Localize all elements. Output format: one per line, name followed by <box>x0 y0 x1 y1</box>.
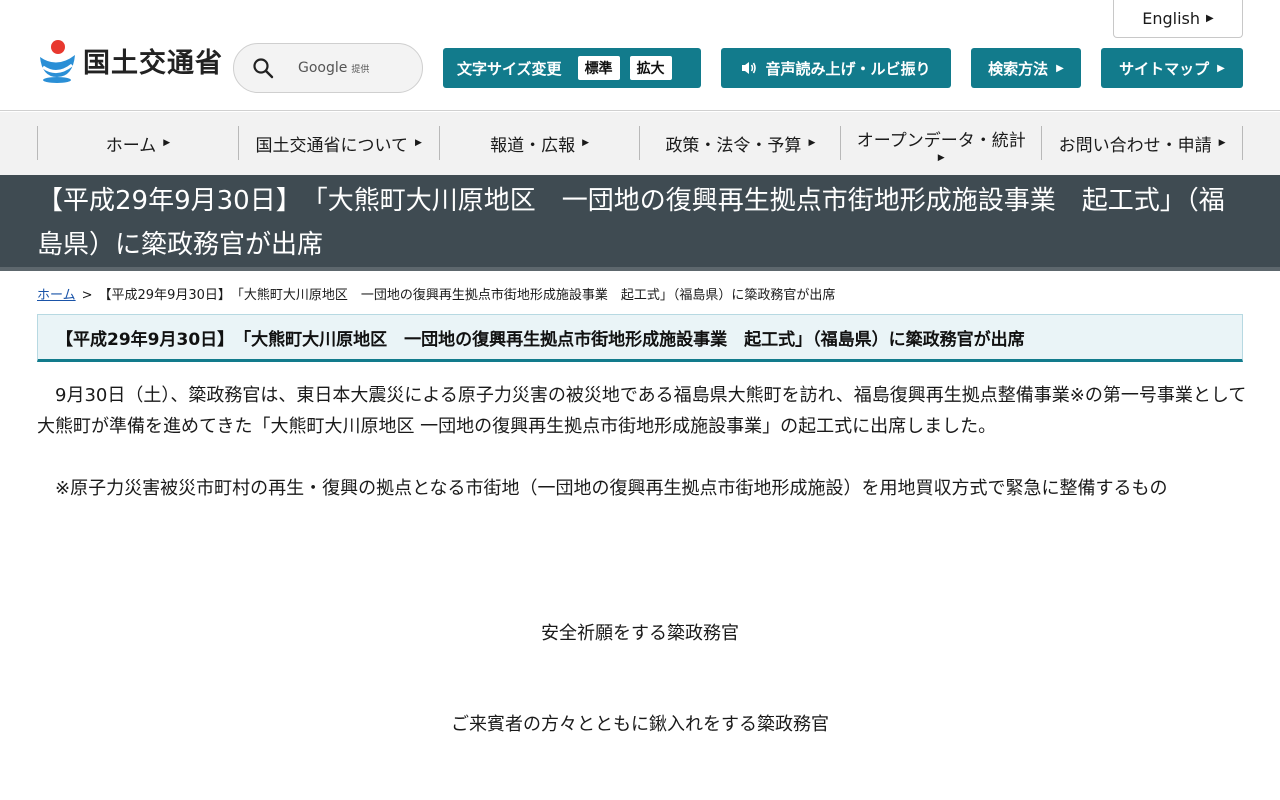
site-header: English ▶ 国土交通省 Google提供 文字サイズ変更 標準 拡大 <box>0 0 1280 111</box>
triangle-right-icon: ▶ <box>415 138 422 148</box>
section-heading-text: 【平成29年9月30日】 「大熊町大川原地区 一団地の復興再生拠点市街地形成施設… <box>56 329 1025 350</box>
triangle-right-icon: ▶ <box>582 138 590 148</box>
triangle-right-icon: ▶ <box>163 138 171 148</box>
search-method-label: 検索方法 <box>988 59 1049 78</box>
article-note: ※原子力災害被災市町村の再生・復興の拠点となる市街地（一団地の復興再生拠点市街地… <box>55 478 1168 499</box>
search-input[interactable]: Google 提供 <box>233 43 423 93</box>
search-icon <box>253 58 274 79</box>
nav-item-press[interactable]: 報道・広報 ▶ <box>438 126 640 160</box>
logo-text: 国土交通省 <box>83 47 223 79</box>
triangle-right-icon: ▶ <box>937 153 945 163</box>
breadcrumb-home-link[interactable]: ホーム <box>37 288 76 303</box>
nav-item-policy[interactable]: 政策・法令・予算 ▶ <box>639 126 840 160</box>
article-paragraph: 9月30日（土）、簗政務官は、東日本大震災による原子力災害の被災地である福島県大… <box>37 385 1247 437</box>
triangle-right-icon: ▶ <box>1217 62 1225 74</box>
breadcrumb-separator: > <box>81 288 93 303</box>
triangle-right-icon: ▶ <box>1056 62 1064 74</box>
breadcrumb: ホーム > 【平成29年9月30日】 「大熊町大川原地区 一団地の復興再生拠点市街地… <box>37 284 835 303</box>
nav-item-open-data[interactable]: オープンデータ・統計 ▶ <box>840 126 1041 163</box>
page-title: 【平成29年9月30日】 「大熊町大川原地区 一団地の復興再生拠点市街地形成施設… <box>37 186 1225 260</box>
english-button[interactable]: English ▶ <box>1113 0 1243 38</box>
voice-ruby-label: 音声読み上げ・ルビ振り <box>765 59 931 78</box>
page-title-band: 【平成29年9月30日】 「大熊町大川原地区 一団地の復興再生拠点市街地形成施設… <box>0 175 1280 271</box>
search-provider: Google 提供 <box>298 60 370 76</box>
voice-ruby-button[interactable]: 音声読み上げ・ルビ振り <box>721 48 951 88</box>
article-body: 9月30日（土）、簗政務官は、東日本大震災による原子力災害の被災地である福島県大… <box>37 380 1247 504</box>
sitemap-label: サイトマップ <box>1119 59 1210 78</box>
sitemap-button[interactable]: サイトマップ ▶ <box>1101 48 1243 88</box>
photo-caption: ご来賓者の方々とともに鍬入れをする簗政務官 <box>451 714 829 735</box>
font-size-control: 文字サイズ変更 標準 拡大 <box>443 48 701 88</box>
section-heading: 【平成29年9月30日】 「大熊町大川原地区 一団地の復興再生拠点市街地形成施設… <box>37 314 1243 362</box>
mlit-logo[interactable]: 国土交通省 <box>37 36 223 84</box>
search-method-button[interactable]: 検索方法 ▶ <box>971 48 1081 88</box>
font-size-label: 文字サイズ変更 <box>457 59 562 78</box>
triangle-right-icon: ▶ <box>808 138 816 148</box>
nav-item-home[interactable]: ホーム ▶ <box>37 126 238 160</box>
nav-item-contact[interactable]: お問い合わせ・申請 ▶ <box>1041 126 1243 160</box>
font-size-large-button[interactable]: 拡大 <box>629 56 672 80</box>
triangle-right-icon: ▶ <box>1218 138 1226 148</box>
breadcrumb-current: 【平成29年9月30日】 「大熊町大川原地区 一団地の復興再生拠点市街地形成施設… <box>98 288 836 303</box>
nav-item-about[interactable]: 国土交通省について ▶ <box>237 126 439 160</box>
global-nav: ホーム ▶ 国土交通省について ▶ 報道・広報 ▶ 政策・法令・予算 ▶ オープンデータ… <box>0 112 1280 175</box>
triangle-right-icon: ▶ <box>1206 13 1214 24</box>
speaker-icon <box>742 62 757 74</box>
mlit-logo-icon <box>37 37 77 83</box>
english-label: English <box>1142 9 1201 28</box>
font-size-standard-button[interactable]: 標準 <box>577 56 620 80</box>
photo-caption: 安全祈願をする簗政務官 <box>541 623 739 644</box>
